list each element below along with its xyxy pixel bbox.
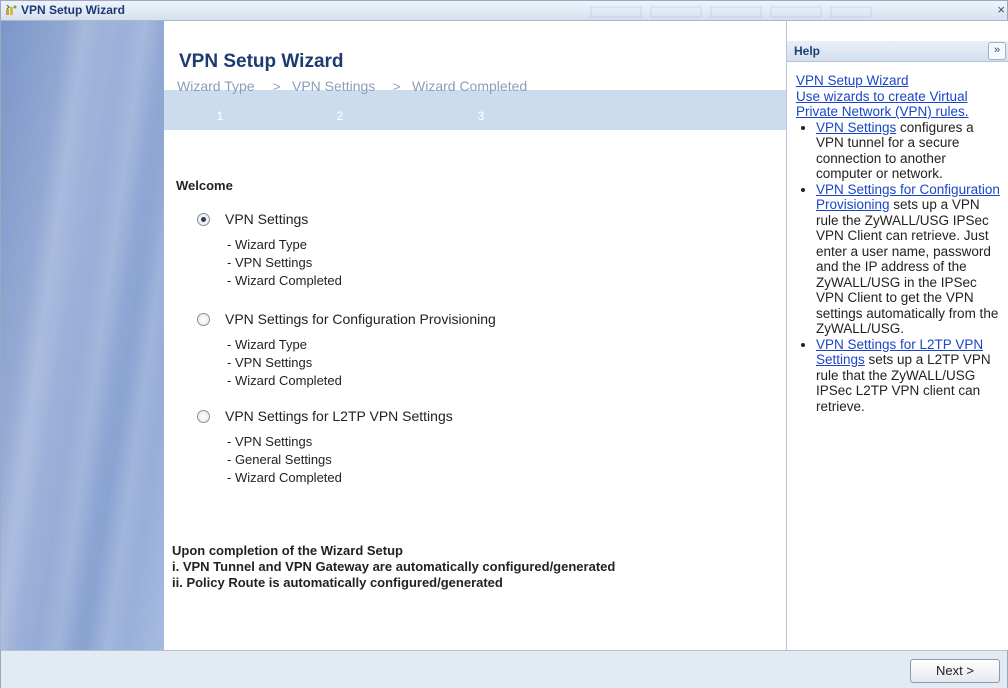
list-item: - Wizard Completed bbox=[227, 373, 342, 388]
help-panel: Help » VPN Setup Wizard Use wizards to c… bbox=[786, 21, 1008, 650]
list-item: - Wizard Completed bbox=[227, 273, 342, 288]
title-bar: VPN Setup Wizard × bbox=[1, 1, 1007, 21]
help-link-vpn-setup-wizard[interactable]: VPN Setup Wizard bbox=[796, 73, 909, 88]
option-vpn-settings[interactable]: VPN Settings bbox=[197, 211, 308, 227]
completion-notes: Upon completion of the Wizard Setup i. V… bbox=[172, 543, 615, 591]
help-bullet: VPN Settings for L2TP VPN Settings sets … bbox=[816, 337, 1004, 415]
help-header: Help » bbox=[787, 41, 1008, 62]
list-item: - VPN Settings bbox=[227, 355, 313, 370]
list-item: - VPN Settings bbox=[227, 434, 313, 449]
network-decoration bbox=[590, 6, 872, 18]
wizard-main-panel: VPN Setup Wizard Wizard Type > VPN Setti… bbox=[164, 21, 786, 650]
list-item: - Wizard Completed bbox=[227, 470, 342, 485]
step-vpn-settings: VPN Settings bbox=[292, 78, 376, 94]
option-steps-list: - Wizard Type - VPN Settings - Wizard Co… bbox=[227, 236, 342, 290]
list-item: - VPN Settings bbox=[227, 255, 313, 270]
step-wizard-completed: Wizard Completed bbox=[412, 78, 528, 94]
step-separator: > bbox=[393, 79, 401, 94]
expand-icon[interactable]: » bbox=[988, 42, 1006, 60]
help-content: VPN Setup Wizard Use wizards to create V… bbox=[796, 73, 1004, 414]
option-steps-list: - Wizard Type - VPN Settings - Wizard Co… bbox=[227, 336, 342, 390]
option-configuration-provisioning[interactable]: VPN Settings for Configuration Provision… bbox=[197, 311, 496, 327]
option-label: VPN Settings bbox=[225, 211, 309, 227]
list-item: - General Settings bbox=[227, 452, 332, 467]
help-title: Help bbox=[794, 44, 821, 58]
footer-bar: Next > bbox=[1, 650, 1007, 688]
completion-note: ii. Policy Route is automatically config… bbox=[172, 575, 503, 590]
radio-button[interactable] bbox=[197, 312, 210, 326]
step-wizard-type: Wizard Type bbox=[177, 78, 255, 94]
option-l2tp-vpn-settings[interactable]: VPN Settings for L2TP VPN Settings bbox=[197, 408, 453, 424]
help-link-vpn-settings[interactable]: VPN Settings bbox=[816, 120, 896, 135]
list-item: - Wizard Type bbox=[227, 237, 307, 252]
option-label: VPN Settings for Configuration Provision… bbox=[225, 311, 496, 327]
window-title: VPN Setup Wizard bbox=[21, 3, 125, 17]
step-separator: > bbox=[273, 79, 281, 94]
wizard-sidebar-decoration bbox=[0, 21, 216, 650]
completion-heading: Upon completion of the Wizard Setup bbox=[172, 543, 403, 558]
wizard-icon bbox=[6, 4, 17, 15]
completion-note: i. VPN Tunnel and VPN Gateway are automa… bbox=[172, 559, 616, 574]
help-link-intro[interactable]: Use wizards to create Virtual Private Ne… bbox=[796, 89, 969, 120]
help-bullet-list: VPN Settings configures a VPN tunnel for… bbox=[796, 120, 1004, 415]
welcome-heading: Welcome bbox=[176, 178, 233, 193]
radio-button-selected[interactable] bbox=[197, 212, 210, 226]
next-button[interactable]: Next > bbox=[910, 659, 1000, 683]
close-icon[interactable]: × bbox=[997, 2, 1005, 17]
help-bullet: VPN Settings for Configuration Provision… bbox=[816, 182, 1004, 337]
page-title: VPN Setup Wizard bbox=[179, 51, 344, 72]
radio-button[interactable] bbox=[197, 409, 210, 423]
help-bullet: VPN Settings configures a VPN tunnel for… bbox=[816, 120, 1004, 182]
option-label: VPN Settings for L2TP VPN Settings bbox=[225, 408, 453, 424]
list-item: - Wizard Type bbox=[227, 337, 307, 352]
help-text: sets up a VPN rule the ZyWALL/USG IPSec … bbox=[816, 197, 999, 336]
vpn-setup-wizard-window: VPN Setup Wizard × VPN Setup Wizard Wiza… bbox=[0, 0, 1008, 688]
option-steps-list: - VPN Settings - General Settings - Wiza… bbox=[227, 433, 342, 487]
